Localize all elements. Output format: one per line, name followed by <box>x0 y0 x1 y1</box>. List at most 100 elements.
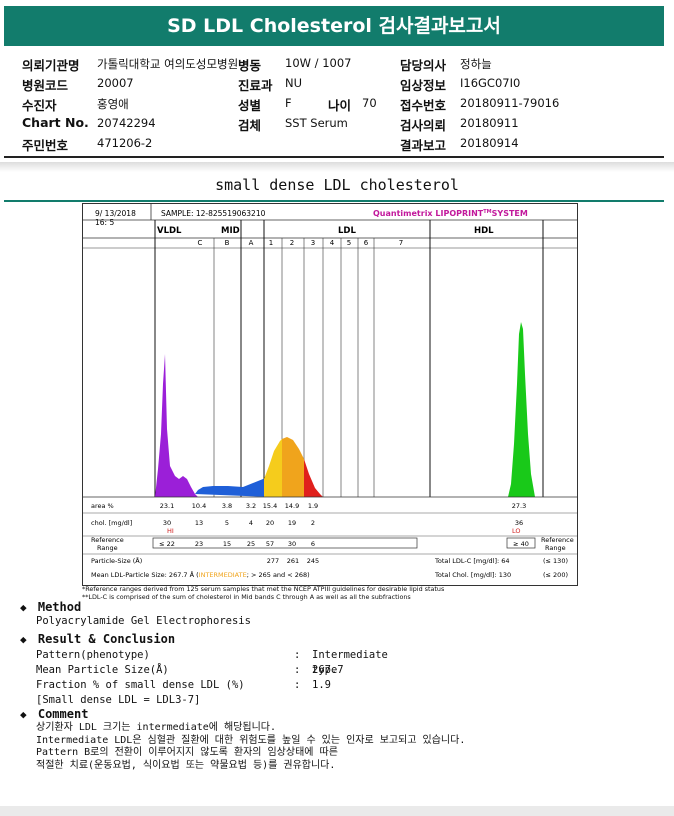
doctor-value: 정하늘 <box>460 57 492 71</box>
clinical-value: I16GC07I0 <box>460 76 521 90</box>
band-separators <box>154 220 544 497</box>
band-label-4: 4 <box>330 239 335 247</box>
report-date-value: 20180914 <box>460 136 519 150</box>
info-divider <box>4 156 664 158</box>
total-ldl-range: (≤ 130) <box>543 557 568 565</box>
result-label: Pattern(phenotype) <box>36 649 150 661</box>
footnotes: *Reference ranges derived from 125 serum… <box>82 585 444 601</box>
result-row: Fraction % of small dense LDL (%) : 1.9 <box>36 678 331 693</box>
age-label: 나이 <box>328 98 352 113</box>
ref-box-left <box>152 537 418 549</box>
ref-right-2: Range <box>545 544 566 552</box>
chart-sample: SAMPLE: 12-825519063210 <box>161 209 266 218</box>
section-shadow <box>0 162 674 172</box>
report-header: SD LDL Cholesterol 검사결과보고서 <box>0 0 668 52</box>
band-label-2: 2 <box>290 239 294 247</box>
comment-line: Pattern B로의 전환이 이루어지지 않도록 환자의 임상상태에 따른 <box>36 747 338 758</box>
result-sep: : <box>294 679 301 691</box>
band-label-6: 6 <box>364 239 369 247</box>
dept-value: NU <box>285 76 303 90</box>
area-row: 23.1 10.4 3.8 3.2 15.4 14.9 1.9 27.3 <box>160 502 526 510</box>
ref-cell: 30 <box>288 540 296 548</box>
ref-row: ≤ 22 23 15 25 57 30 6 ≥ 40 <box>159 540 529 548</box>
chart-time: 16: 5 <box>95 218 114 227</box>
comment-heading-text: Comment <box>37 707 89 721</box>
ref-label-1: Reference <box>91 536 124 544</box>
comment-line: 상기환자 LDL 크기는 intermediate에 해당됩니다. <box>36 722 277 733</box>
comment-line: 적절한 치료(운동요법, 식이요법 또는 약물요법 등)를 권유합니다. <box>36 759 336 771</box>
band-label-C: C <box>198 239 203 247</box>
method-text: Polyacrylamide Gel Electrophoresis <box>36 615 251 627</box>
result-label: Fraction % of small dense LDL (%) <box>36 679 245 691</box>
sex-value: F <box>285 96 292 110</box>
group-vldl: VLDL <box>157 226 182 236</box>
result-heading-text: Result & Conclusion <box>37 632 176 646</box>
ref-cell: 15 <box>223 540 231 548</box>
chol-cell: 19 <box>288 519 296 527</box>
age-value: 70 <box>362 96 377 110</box>
flag-lo: LO <box>512 527 521 535</box>
area-cell: 3.2 <box>246 502 256 510</box>
lipoprint-chart: 9/ 13/2018 16: 5 SAMPLE: 12-825519063210… <box>82 203 578 586</box>
mean-particle-a: Mean LDL-Particle Size: 267.7 Å ( <box>91 570 199 579</box>
request-label: 검사의뢰 <box>400 118 447 133</box>
row-area-label: area % <box>91 502 114 510</box>
receipt-label: 접수번호 <box>400 98 447 113</box>
ref-label-2: Range <box>97 544 118 552</box>
report-date-label: 결과보고 <box>400 138 447 153</box>
ref-cell: 23 <box>195 540 203 548</box>
request-value: 20180911 <box>460 116 519 130</box>
band-label-3: 3 <box>311 239 315 247</box>
specimen-value: SST Serum <box>285 116 348 130</box>
hdl-peak <box>508 322 535 497</box>
method-heading-text: Method <box>37 600 82 614</box>
particle-cell: 261 <box>287 557 299 565</box>
particle-cell: 277 <box>267 557 279 565</box>
chart-date: 9/ 13/2018 <box>95 209 136 218</box>
total-chol-range: (≤ 200) <box>543 571 568 579</box>
area-cell: 27.3 <box>512 502 526 510</box>
clinical-label: 임상정보 <box>400 78 447 93</box>
band-labels: C B A 1 2 3 4 5 6 7 <box>198 239 404 247</box>
group-hdl: HDL <box>474 226 494 236</box>
report-title: SD LDL Cholesterol 검사결과보고서 <box>167 15 501 37</box>
footnote-2: **LDL-C is comprised of the sum of chole… <box>82 593 411 601</box>
result-label: Mean Particle Size(Å) <box>36 664 169 676</box>
chol-cell: 36 <box>515 519 523 527</box>
result-heading: ◆ Result & Conclusion <box>20 632 175 646</box>
group-mid: MID <box>221 226 240 236</box>
particle-row: 277 261 245 <box>267 557 319 565</box>
doctor-label: 담당의사 <box>400 58 447 73</box>
comment-heading: ◆ Comment <box>20 707 88 721</box>
brand-suffix: SYSTEM <box>492 209 528 218</box>
result-table: Pattern(phenotype) : Intermediate type M… <box>36 648 388 708</box>
lipoprint-svg: 9/ 13/2018 16: 5 SAMPLE: 12-825519063210… <box>83 204 577 579</box>
result-value: 267.7 <box>312 664 344 676</box>
band-label-A: A <box>249 239 254 247</box>
mean-particle-phenotype: INTERMEDIATE <box>199 571 247 579</box>
diamond-icon: ◆ <box>20 601 27 614</box>
band-label-5: 5 <box>347 239 351 247</box>
chol-cell: 4 <box>249 519 253 527</box>
id-label: 주민번호 <box>22 138 69 153</box>
row-chol-label: chol. [mg/dl] <box>91 519 132 527</box>
hospital-code-label: 병원코드 <box>22 78 69 93</box>
diamond-icon: ◆ <box>20 708 27 721</box>
ref-cell: 25 <box>247 540 255 548</box>
receipt-value: 20180911-79016 <box>460 96 560 110</box>
result-row: Mean Particle Size(Å) : 267.7 <box>36 663 344 678</box>
group-ldl: LDL <box>338 226 356 236</box>
curves <box>155 322 535 497</box>
hospital-code-value: 20007 <box>97 76 134 90</box>
diamond-icon: ◆ <box>20 633 27 646</box>
ref-cell: 6 <box>311 540 315 548</box>
result-value: 1.9 <box>312 679 331 691</box>
footnote-1: *Reference ranges derived from 125 serum… <box>82 585 445 593</box>
comment-line: Intermediate LDL은 심혈관 질환에 대한 위험도를 높일 수 있… <box>36 734 466 746</box>
mean-particle-c: ; > 265 and < 268) <box>247 571 310 579</box>
specimen-label: 검체 <box>238 118 262 133</box>
total-chol: Total Chol. [mg/dl]: 130 <box>434 571 511 579</box>
area-cell: 10.4 <box>192 502 206 510</box>
particle-cell: 245 <box>307 557 319 565</box>
chol-cell: 30 <box>163 519 171 527</box>
